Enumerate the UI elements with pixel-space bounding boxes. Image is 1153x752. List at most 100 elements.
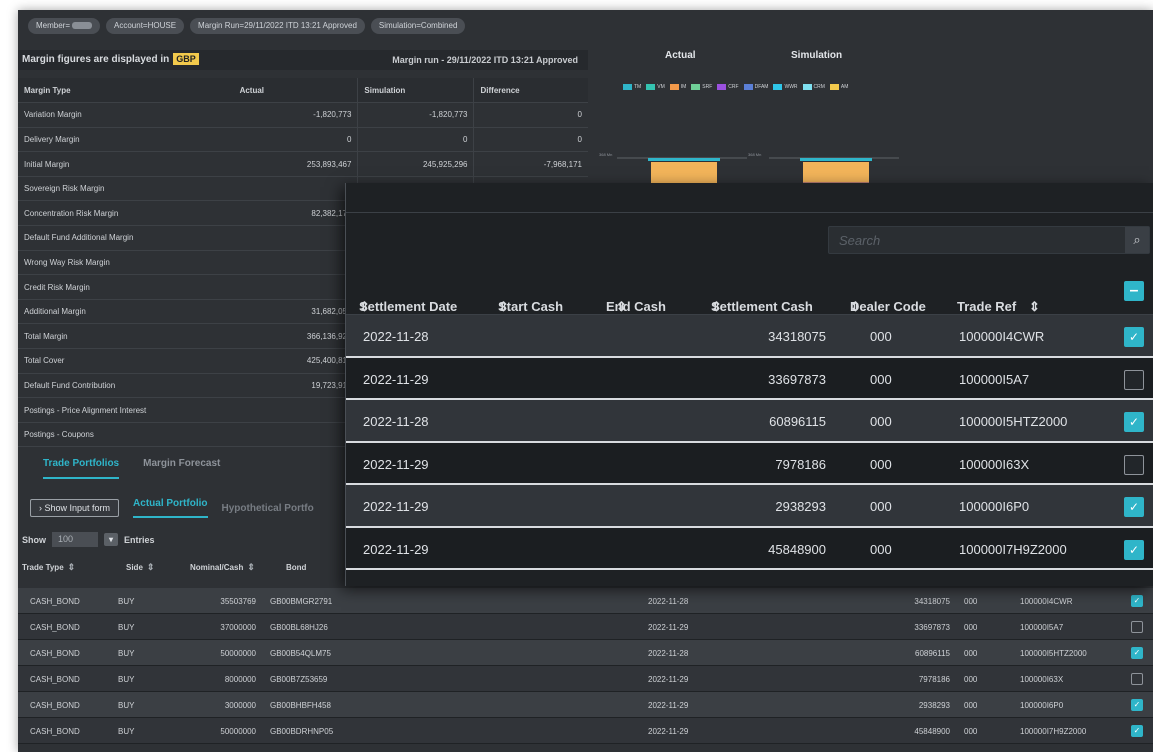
cell-dealer: 000 xyxy=(964,623,978,632)
row-checkbox[interactable]: ✓ xyxy=(1131,725,1143,737)
actual-cell: 253,893,467 xyxy=(233,151,358,177)
col-simulation[interactable]: Simulation xyxy=(357,78,474,104)
redacted-member-value xyxy=(72,22,93,30)
sort-icon: ⇕ xyxy=(67,562,76,572)
row-checkbox[interactable] xyxy=(1124,369,1144,390)
margin-type-cell: Concentration Risk Margin xyxy=(18,200,234,227)
table-row[interactable]: 2022-11-28 60896115 000 100000I5HTZ2000 ✓ xyxy=(346,400,1153,443)
row-checkbox[interactable]: ✓ xyxy=(1124,497,1144,517)
col-trade-type[interactable]: Trade Type ⇕ xyxy=(22,562,120,573)
table-row[interactable]: CASH_BOND BUY 35503769 GB00BMGR2791 2022-11-… xyxy=(18,588,1153,614)
entries-selector: Show 100 ▾ Entries xyxy=(22,532,155,547)
cell-ref: 100000I6P0 xyxy=(959,499,1030,514)
row-checkbox[interactable] xyxy=(1124,454,1144,475)
cell-nominal: 3000000 xyxy=(224,701,256,710)
tab-margin-forecast[interactable]: Margin Forecast xyxy=(143,458,220,479)
chip-member[interactable]: Member= xyxy=(28,18,101,34)
row-checkbox[interactable] xyxy=(1131,621,1143,633)
difference-cell: 0 xyxy=(473,127,588,153)
search-icon[interactable]: ⌕ xyxy=(1125,227,1149,253)
cell-type: CASH_BOND xyxy=(30,623,80,632)
cell-ref: 100000I5HTZ2000 xyxy=(1020,649,1087,658)
table-row[interactable]: CASH_BOND BUY 3000000 GB00BHBFH458 2022-11-2… xyxy=(18,692,1153,718)
margin-type-cell: Initial Margin xyxy=(18,151,234,177)
cell-nominal: 50000000 xyxy=(220,649,256,658)
cell-ref: 100000I4CWR xyxy=(1020,597,1073,606)
cell-ref: 100000I5A7 xyxy=(959,371,1030,387)
chevron-right-icon: › xyxy=(39,503,42,513)
portfolio-rows: CASH_BOND BUY 35503769 GB00BMGR2791 2022-11-… xyxy=(18,588,1153,744)
actual-cell: 0 xyxy=(233,225,358,251)
actual-cell: 0 xyxy=(233,250,358,276)
cell-bond: GB00BHBFH458 xyxy=(270,701,331,710)
difference-cell: -7,968,171 xyxy=(473,151,588,177)
tab-actual-portfolio[interactable]: Actual Portfolio xyxy=(133,498,208,518)
chevron-down-icon[interactable]: ▾ xyxy=(104,533,118,546)
portfolio-toolbar: › Show Input form Actual Portfolio Hypot… xyxy=(30,498,314,518)
cell-date: 2022-11-29 xyxy=(363,371,429,387)
entries-show-label: Show xyxy=(22,534,46,545)
col-difference[interactable]: Difference xyxy=(473,78,588,104)
table-row[interactable]: CASH_BOND BUY 37000000 GB00BL68HJ26 2022-11-… xyxy=(18,614,1153,640)
actual-cell: 0 xyxy=(233,422,358,448)
cell-dealer: 000 xyxy=(964,701,978,710)
difference-cell: 0 xyxy=(473,102,588,128)
simulation-cell: 245,925,296 xyxy=(357,151,474,177)
chart-bar-im xyxy=(651,162,717,184)
cell-cash: 33697873 xyxy=(768,371,826,387)
table-row[interactable]: CASH_BOND BUY 50000000 GB00BDRHNP05 2022-11-… xyxy=(18,718,1153,744)
row-checkbox[interactable]: ✓ xyxy=(1131,595,1143,607)
cell-bond: GB00B54QLM75 xyxy=(270,649,331,658)
col-margin-type[interactable]: Margin Type xyxy=(18,78,234,104)
cell-nominal: 8000000 xyxy=(224,675,256,684)
sort-icon: ⇕ xyxy=(359,299,370,314)
filter-chips: Member= Account=HOUSE Margin Run=29/11/2… xyxy=(28,18,466,34)
row-checkbox[interactable]: ✓ xyxy=(1131,647,1143,659)
actual-cell: 0 xyxy=(233,127,358,153)
cell-date: 2022-11-28 xyxy=(363,414,429,429)
col-trade-ref-label: Trade Ref xyxy=(957,299,1017,314)
cell-type: CASH_BOND xyxy=(30,675,80,684)
cell-date: 2022-11-29 xyxy=(648,701,689,710)
row-checkbox[interactable]: ✓ xyxy=(1124,327,1144,347)
cell-cash: 2938293 xyxy=(918,701,950,710)
row-checkbox[interactable]: ✓ xyxy=(1124,539,1144,560)
select-all-checkbox[interactable]: – xyxy=(1124,281,1144,301)
margin-header: Margin figures are displayed in GBP Margi… xyxy=(18,50,588,70)
show-input-form-button[interactable]: › Show Input form xyxy=(30,499,120,517)
table-row[interactable]: CASH_BOND BUY 50000000 GB00B54QLM75 2022-11-… xyxy=(18,640,1153,666)
cell-cash: 33697873 xyxy=(914,623,950,632)
table-row[interactable]: 2022-11-28 34318075 000 100000I4CWR ✓ xyxy=(346,315,1153,358)
table-row[interactable]: 2022-11-29 45848900 000 100000I7H9Z2000 ✓ xyxy=(346,527,1153,570)
chip-account[interactable]: Account=HOUSE xyxy=(106,18,185,34)
cell-bond: GB00BDRHNP05 xyxy=(270,727,334,736)
cell-cash: 7978186 xyxy=(775,456,826,472)
col-nominal-cash[interactable]: Nominal/Cash ⇕ xyxy=(190,562,286,573)
actual-cell: -1,820,773 xyxy=(233,102,358,128)
margin-type-cell: Delivery Margin xyxy=(18,127,234,153)
modal-table-header: Settlement Date ⇕ Start Cash ⇕ End Cash ⇕ S… xyxy=(346,265,1153,315)
tab-hypothetical-portfolio[interactable]: Hypothetical Portfo xyxy=(222,503,314,514)
table-row[interactable]: 2022-11-29 2938293 000 100000I6P0 ✓ xyxy=(346,485,1153,528)
col-side[interactable]: Side ⇕ xyxy=(126,562,190,573)
cell-ref: 100000I63X xyxy=(1020,675,1064,684)
tab-trade-portfolios[interactable]: Trade Portfolios xyxy=(43,458,120,479)
row-checkbox[interactable]: ✓ xyxy=(1131,699,1143,711)
table-row[interactable]: 2022-11-29 33697873 000 100000I5A7 xyxy=(346,357,1153,400)
entries-select[interactable]: 100 xyxy=(52,532,98,547)
col-dealer-code-label: Dealer Code xyxy=(850,299,926,314)
row-checkbox[interactable]: ✓ xyxy=(1124,412,1144,432)
col-actual[interactable]: Actual xyxy=(233,78,358,104)
cell-bond: GB00BL68HJ26 xyxy=(270,623,328,632)
table-row[interactable]: CASH_BOND BUY 8000000 GB00B7Z53659 2022-11-2… xyxy=(18,666,1153,692)
row-checkbox[interactable] xyxy=(1131,673,1143,685)
search-input[interactable] xyxy=(829,227,1119,253)
cell-dealer: 000 xyxy=(964,727,978,736)
table-row[interactable]: 2022-11-29 7978186 000 100000I63X xyxy=(346,442,1153,485)
chip-simulation[interactable]: Simulation=Combined xyxy=(370,18,466,34)
chip-margin-run[interactable]: Margin Run=29/11/2022 ITD 13:21 Approved xyxy=(190,18,365,34)
cell-ref: 100000I63X xyxy=(959,456,1030,472)
cell-bond: GB00B7Z53659 xyxy=(270,675,328,684)
cell-ref: 100000I7H9Z2000 xyxy=(959,541,1067,557)
margin-type-cell: Total Cover xyxy=(18,348,234,374)
